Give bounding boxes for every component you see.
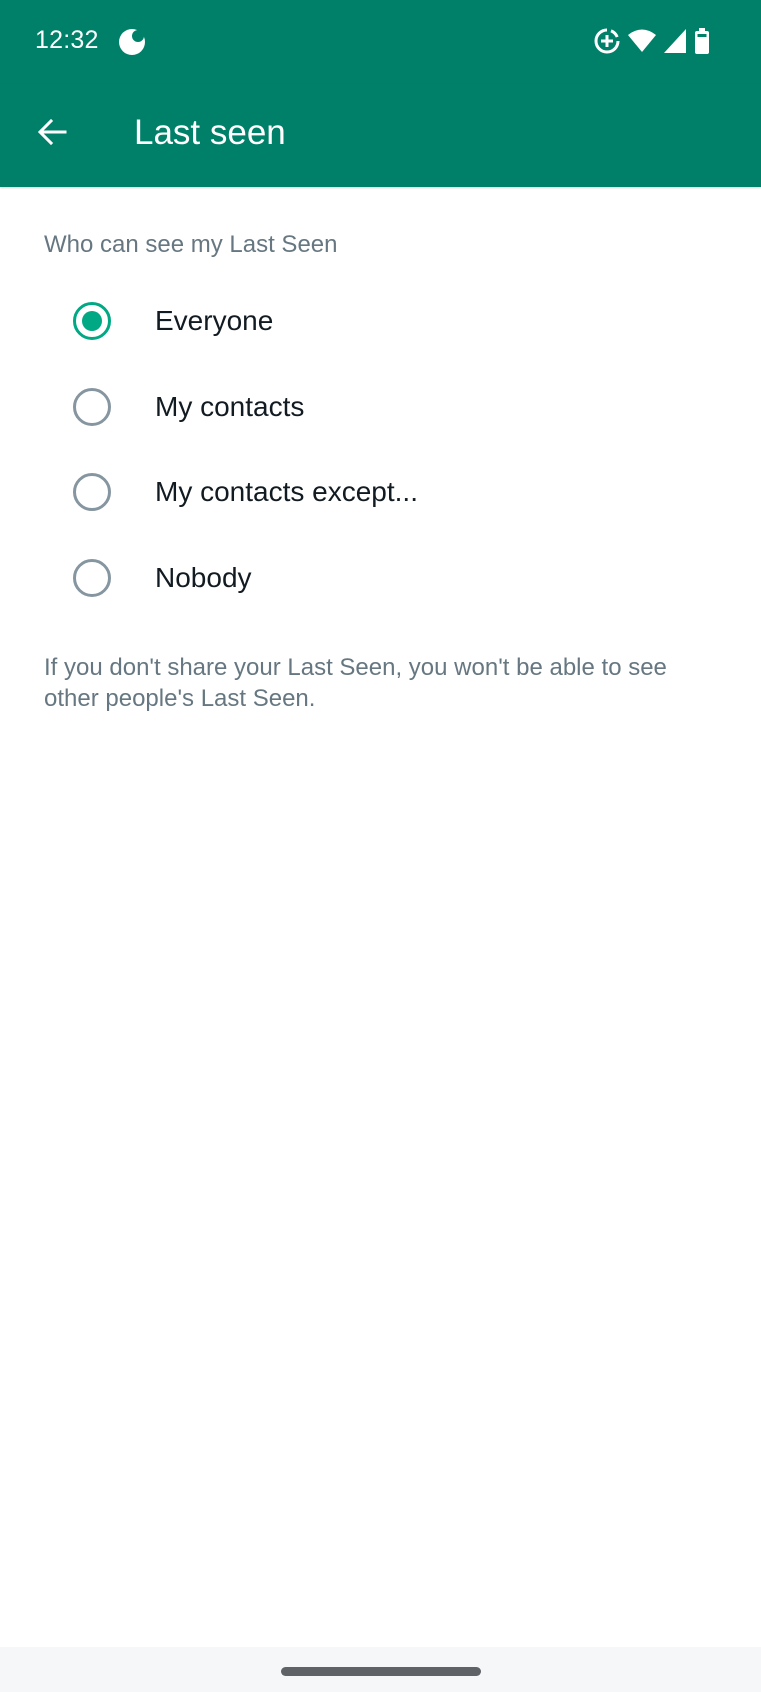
option-label: Everyone bbox=[155, 304, 274, 336]
footnote: If you don't share your Last Seen, you w… bbox=[44, 654, 667, 712]
navigation-bar bbox=[0, 1647, 761, 1692]
radio-my-contacts[interactable] bbox=[73, 387, 111, 426]
option-everyone[interactable]: Everyone bbox=[0, 278, 761, 363]
home-handle[interactable] bbox=[281, 1667, 481, 1676]
status-time: 12:32 bbox=[35, 26, 99, 54]
status-icons bbox=[593, 26, 711, 56]
section-header: Who can see my Last Seen bbox=[44, 231, 338, 258]
option-my-contacts-except[interactable]: My contacts except... bbox=[0, 449, 761, 534]
radio-everyone[interactable] bbox=[73, 301, 111, 340]
back-button[interactable] bbox=[26, 108, 78, 160]
option-label: My contacts bbox=[155, 390, 305, 422]
app-bar: Last seen bbox=[0, 84, 761, 187]
arrow-left-icon bbox=[36, 116, 68, 153]
wifi-icon bbox=[627, 28, 657, 54]
battery-icon bbox=[693, 27, 711, 55]
option-nobody[interactable]: Nobody bbox=[0, 535, 761, 620]
option-label: My contacts except... bbox=[155, 475, 418, 507]
radio-my-contacts-except[interactable] bbox=[73, 472, 111, 511]
option-my-contacts[interactable]: My contacts bbox=[0, 364, 761, 449]
moon-icon bbox=[117, 27, 147, 57]
status-bar: 12:32 bbox=[0, 0, 761, 84]
radio-nobody[interactable] bbox=[73, 558, 111, 597]
data-saver-icon bbox=[593, 27, 621, 55]
signal-icon bbox=[663, 28, 687, 54]
page-title: Last seen bbox=[134, 113, 286, 152]
option-label: Nobody bbox=[155, 561, 252, 593]
